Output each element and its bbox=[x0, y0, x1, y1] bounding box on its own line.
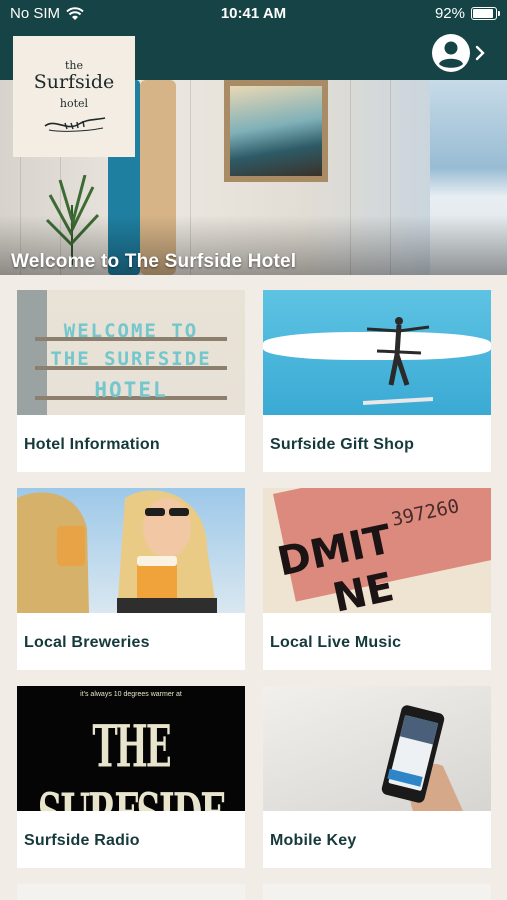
hotel-steps-image: WELCOME TO THE SURFSIDE HOTEL bbox=[17, 290, 245, 415]
tile-local-breweries[interactable]: Local Breweries bbox=[17, 488, 245, 670]
radio-wordmark: THE SURFSIDE bbox=[38, 714, 226, 811]
tile-hotel-information[interactable]: WELCOME TO THE SURFSIDE HOTEL Hotel Info… bbox=[17, 290, 245, 472]
tile-surfside-gift-shop[interactable]: Surfside Gift Shop bbox=[263, 290, 491, 472]
logo-hotel: hotel bbox=[59, 97, 89, 110]
tile-label: Surfside Radio bbox=[24, 832, 140, 849]
hero-title: Welcome to The Surfside Hotel bbox=[11, 251, 297, 272]
tile-mobile-key[interactable]: Mobile Key bbox=[263, 686, 491, 868]
status-time: 10:41 AM bbox=[220, 5, 287, 22]
beer-scene-icon bbox=[17, 490, 217, 613]
status-right: 92% bbox=[434, 5, 500, 22]
battery-fill bbox=[473, 9, 493, 18]
radio-tagline: it's always 10 degrees warmer at bbox=[80, 691, 182, 698]
logo-name: Surfside bbox=[33, 71, 115, 93]
surfer-figure-icon bbox=[363, 317, 433, 405]
profile-button[interactable] bbox=[431, 33, 485, 73]
steps-text: THE SURFSIDE bbox=[50, 348, 212, 370]
ticket-image: 397260 DMIT NE bbox=[263, 488, 491, 613]
wall-painting-image bbox=[224, 80, 328, 182]
tile-label: Local Breweries bbox=[24, 634, 150, 651]
steps-text: HOTEL bbox=[94, 378, 168, 402]
tile-local-live-music[interactable]: 397260 DMIT NE Local Live Music bbox=[263, 488, 491, 670]
chevron-right-icon bbox=[475, 45, 485, 61]
tile-label: Hotel Information bbox=[24, 436, 160, 453]
phone-in-hand-icon bbox=[381, 705, 463, 811]
tile-label: Surfside Gift Shop bbox=[270, 436, 415, 453]
steps-text: WELCOME TO bbox=[63, 320, 199, 342]
mobile-key-image bbox=[263, 686, 491, 811]
battery-percent: 92% bbox=[434, 5, 465, 22]
battery-icon bbox=[471, 7, 500, 20]
tile-peek[interactable] bbox=[17, 884, 245, 900]
tile-label: Mobile Key bbox=[270, 832, 357, 849]
tile-surfside-radio[interactable]: it's always 10 degrees warmer at THE SUR… bbox=[17, 686, 245, 868]
status-bar: No SIM 10:41 AM 92% bbox=[0, 0, 507, 28]
surfer-image bbox=[263, 290, 491, 415]
tile-peek[interactable] bbox=[263, 884, 491, 900]
wave-logo-icon bbox=[44, 117, 106, 132]
surfside-logo: the Surfside hotel bbox=[13, 36, 135, 157]
account-circle-icon bbox=[432, 34, 470, 72]
radio-logo-image: it's always 10 degrees warmer at THE SUR… bbox=[17, 686, 245, 811]
beer-friends-image bbox=[17, 488, 245, 613]
tile-label: Local Live Music bbox=[270, 634, 402, 651]
